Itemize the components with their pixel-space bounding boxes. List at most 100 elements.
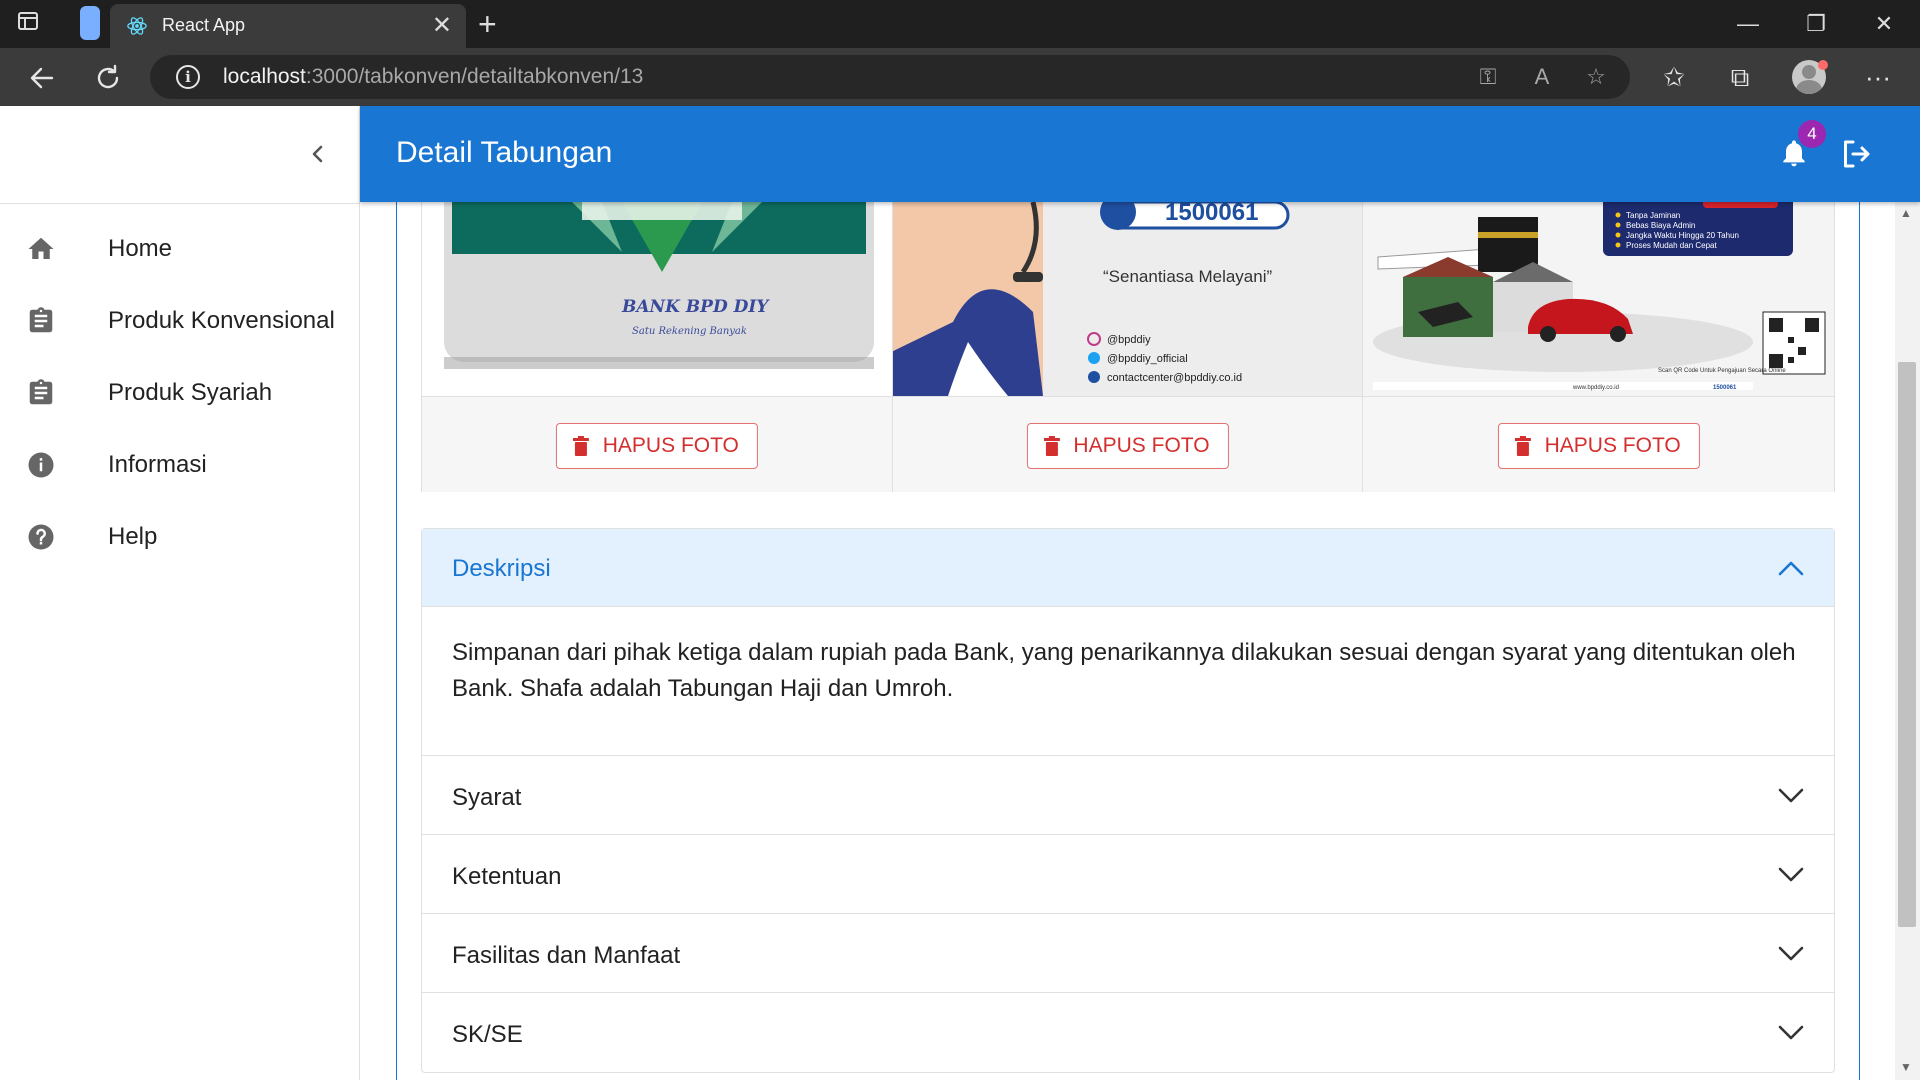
url-text[interactable]: localhost:3000/tabkonven/detailtabkonven… xyxy=(223,65,643,89)
sidebar-item-label: Produk Konvensional xyxy=(108,307,335,334)
tab-close-icon[interactable]: ✕ xyxy=(432,12,452,40)
home-icon xyxy=(28,237,54,259)
delete-photo-label: HAPUS FOTO xyxy=(1073,434,1210,457)
workspaces-icon[interactable] xyxy=(80,6,100,40)
detail-accordion: Deskripsi Simpanan dari pihak ketiga dal… xyxy=(421,528,1835,1073)
trash-icon xyxy=(1514,436,1531,456)
tab-actions-icon[interactable] xyxy=(18,12,40,34)
chevron-down-icon xyxy=(1778,946,1804,961)
qr-caption: Scan QR Code Untuk Pengajuan Secara Onli… xyxy=(1658,368,1786,374)
reload-icon[interactable] xyxy=(90,60,126,96)
site-info-icon[interactable]: i xyxy=(176,65,200,89)
delete-photo-button[interactable]: HAPUS FOTO xyxy=(555,423,758,469)
contact-email: contactcenter@bpddiy.co.id xyxy=(1107,372,1242,384)
collections-icon[interactable]: ⧉ xyxy=(1722,59,1758,95)
photo-item: 1500061 “Senantiasa Melayani” @bpddiy @b… xyxy=(892,202,1364,492)
sidebar-item-help[interactable]: Help xyxy=(0,500,359,572)
product-photo-shafa: BANK BPD DIY Satu Rekening Banyak xyxy=(422,202,892,396)
info-icon xyxy=(28,452,54,478)
contact-instagram: @bpddiy xyxy=(1107,334,1151,346)
accordion-body-deskripsi: Simpanan dari pihak ketiga dalam rupiah … xyxy=(422,607,1834,756)
chevron-left-icon[interactable] xyxy=(300,136,336,172)
contact-twitter: @bpddiy_official xyxy=(1107,353,1188,365)
accordion-header-deskripsi[interactable]: Deskripsi xyxy=(422,529,1834,607)
logout-icon[interactable] xyxy=(1838,136,1874,172)
sidebar-item-produk-konvensional[interactable]: Produk Konvensional xyxy=(0,284,359,356)
accordion-title: Ketentuan xyxy=(452,863,562,890)
sidebar-item-home[interactable]: Home xyxy=(0,212,359,284)
chevron-down-icon xyxy=(1778,788,1804,803)
delete-photo-button[interactable]: HAPUS FOTO xyxy=(1026,423,1229,469)
read-aloud-icon[interactable]: A xyxy=(1528,63,1556,91)
sidebar-header xyxy=(0,106,359,204)
trash-icon xyxy=(572,436,589,456)
bank-text: BANK BPD DIY xyxy=(621,297,770,317)
photo-gallery: BANK BPD DIY Satu Rekening Banyak HAPUS … xyxy=(421,202,1835,492)
scrollbar-thumb[interactable] xyxy=(1898,362,1916,927)
accordion-title: Syarat xyxy=(452,784,522,811)
react-logo-icon xyxy=(127,17,147,35)
sidebar-item-produk-syariah[interactable]: Produk Syariah xyxy=(0,356,359,428)
sidebar: Home Produk Konvensional Produk Syariah … xyxy=(0,106,360,1080)
sidebar-item-label: Help xyxy=(108,523,158,550)
scroll-up-icon[interactable]: ▲ xyxy=(1900,206,1912,220)
accordion-title: SK/SE xyxy=(452,1021,523,1048)
address-bar: i localhost:3000/tabkonven/detailtabkonv… xyxy=(0,48,1920,106)
sidebar-item-informasi[interactable]: Informasi xyxy=(0,428,359,500)
add-favorite-icon[interactable]: ☆ xyxy=(1582,63,1610,91)
browser-tab-bar: React App ✕ + — ❐ ✕ xyxy=(0,0,1920,48)
scroll-down-icon[interactable]: ▼ xyxy=(1900,1060,1912,1074)
product-photo-promo: Tanpa Jaminan Bebas Biaya Admin Jangka W… xyxy=(1363,202,1835,396)
more-icon[interactable]: ··· xyxy=(1860,59,1896,95)
promo-feature: Proses Mudah dan Cepat xyxy=(1626,241,1718,250)
back-icon[interactable] xyxy=(24,60,60,96)
help-icon xyxy=(28,524,54,550)
minimize-icon[interactable]: — xyxy=(1728,8,1768,40)
new-tab-icon[interactable]: + xyxy=(478,6,497,42)
promo-feature: Tanpa Jaminan xyxy=(1626,211,1680,220)
sidebar-item-label: Home xyxy=(108,235,173,262)
delete-photo-label: HAPUS FOTO xyxy=(602,434,739,457)
photo-actions: HAPUS FOTO xyxy=(1363,396,1835,492)
photo-actions: HAPUS FOTO xyxy=(892,396,1363,492)
promo-website: www.bpddiy.co.id xyxy=(1572,385,1619,391)
accordion-title: Fasilitas dan Manfaat xyxy=(452,942,681,969)
photo-item: BANK BPD DIY Satu Rekening Banyak HAPUS … xyxy=(422,202,893,492)
trash-icon xyxy=(1043,436,1060,456)
accordion-header-syarat[interactable]: Syarat xyxy=(422,756,1834,835)
profile-status-dot xyxy=(1818,60,1828,70)
chevron-down-icon xyxy=(1778,1025,1804,1040)
promo-feature: Bebas Biaya Admin xyxy=(1626,221,1695,230)
promo-feature: Jangka Waktu Hingga 20 Tahun xyxy=(1626,231,1739,240)
accordion-header-ketentuan[interactable]: Ketentuan xyxy=(422,835,1834,914)
delete-photo-button[interactable]: HAPUS FOTO xyxy=(1497,423,1700,469)
clipboard-icon xyxy=(29,379,53,405)
restore-icon[interactable]: ❐ xyxy=(1796,8,1836,40)
main-content: BANK BPD DIY Satu Rekening Banyak HAPUS … xyxy=(360,202,1895,1080)
sidebar-item-label: Produk Syariah xyxy=(108,379,273,406)
key-icon[interactable]: ⚿ xyxy=(1474,63,1502,91)
sidebar-item-label: Informasi xyxy=(108,451,207,478)
page-title: Detail Tabungan xyxy=(396,136,613,169)
accordion-header-sk-se[interactable]: SK/SE xyxy=(422,993,1834,1072)
photo-item: Tanpa Jaminan Bebas Biaya Admin Jangka W… xyxy=(1363,202,1835,492)
url-bar[interactable]: i localhost:3000/tabkonven/detailtabkonv… xyxy=(150,55,1630,99)
accordion-title: Deskripsi xyxy=(452,555,551,582)
app-bar: Detail Tabungan 4 xyxy=(360,106,1920,202)
contact-tagline: “Senantiasa Melayani” xyxy=(1103,267,1272,286)
delete-photo-label: HAPUS FOTO xyxy=(1544,434,1681,457)
photo-actions: HAPUS FOTO xyxy=(422,396,892,492)
product-photo-contact: 1500061 “Senantiasa Melayani” @bpddiy @b… xyxy=(892,202,1363,396)
chevron-up-icon xyxy=(1778,561,1804,576)
bank-subtext: Satu Rekening Banyak xyxy=(632,326,747,337)
window-close-icon[interactable]: ✕ xyxy=(1864,8,1904,40)
chevron-down-icon xyxy=(1778,867,1804,882)
favorites-icon[interactable]: ✩ xyxy=(1656,59,1692,95)
tab-title: React App xyxy=(162,15,246,35)
clipboard-icon xyxy=(29,307,53,333)
browser-tab[interactable]: React App ✕ xyxy=(110,4,466,48)
notification-badge: 4 xyxy=(1798,120,1826,148)
accordion-header-fasilitas[interactable]: Fasilitas dan Manfaat xyxy=(422,914,1834,993)
promo-phone: 1500061 xyxy=(1713,385,1737,391)
contact-phone: 1500061 xyxy=(1165,202,1258,226)
